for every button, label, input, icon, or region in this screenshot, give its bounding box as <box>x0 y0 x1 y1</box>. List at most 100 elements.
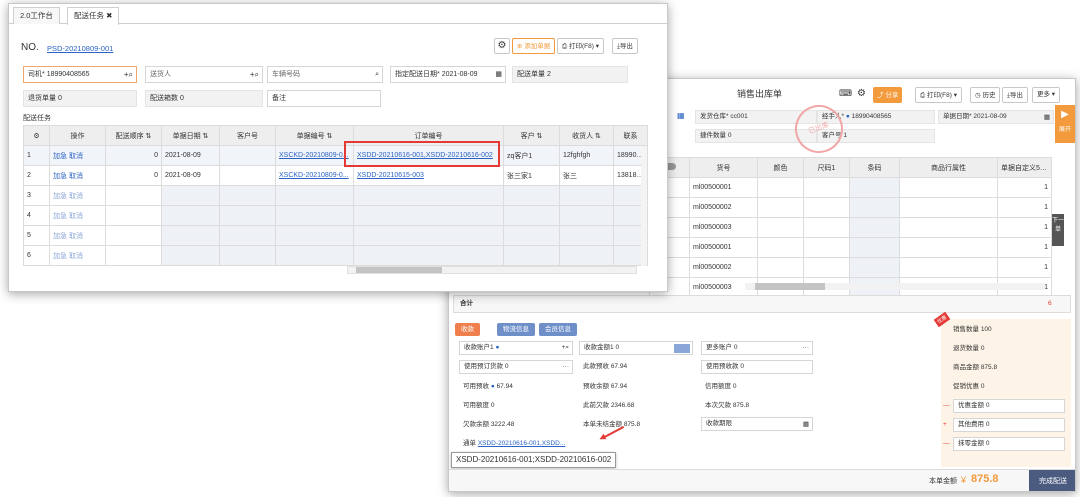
front-vertical-scrollbar[interactable] <box>641 146 647 266</box>
gear-icon[interactable]: ⚙ <box>857 88 866 99</box>
table-row[interactable]: ml00500002 1 <box>649 257 1052 278</box>
doc-no-label: NO. <box>21 42 39 53</box>
sort-icon[interactable]: ⇅ <box>327 133 333 140</box>
amount-switch[interactable] <box>674 344 690 353</box>
minus-icon[interactable]: — <box>943 437 950 451</box>
doc-no-value[interactable]: PSD-20210809-001 <box>47 42 113 56</box>
driver-field[interactable]: 司机* 18990408565 +⌕ <box>23 66 137 83</box>
header-date[interactable]: 单据日期 ⇅ <box>161 125 220 146</box>
box-count-label: 配送箱数 <box>150 95 178 102</box>
add-doc-button[interactable]: ⊕ 添加单据 <box>512 38 556 54</box>
gear-icon[interactable]: ⚙ <box>33 132 39 140</box>
header-custom: 单据自定义5(字段) <box>997 157 1052 178</box>
erase-field[interactable]: 抹零金额 0 <box>953 437 1065 451</box>
total-qty: 6 <box>1048 300 1052 307</box>
table-row[interactable]: ml00500001 1 <box>649 177 1052 198</box>
sku-cell: ml00500003 <box>689 217 758 238</box>
delivery-date-field[interactable]: 指定配送日期* 2021-08-09 ▦ <box>390 66 506 83</box>
tab-delivery-task[interactable]: 配送任务 ✖ <box>67 7 120 25</box>
sort-icon[interactable]: ⇅ <box>146 133 152 140</box>
back-horizontal-scrollbar[interactable] <box>745 283 1045 290</box>
row-ops[interactable]: 加急 取消 <box>49 185 106 206</box>
handler-value: 18990408565 <box>851 113 892 120</box>
export-button[interactable]: ⤓导出 <box>1002 87 1028 103</box>
scrollbar-thumb[interactable] <box>356 267 442 273</box>
doc-date-label: 单据日期* <box>943 113 972 120</box>
table-row[interactable]: ml00500001 1 <box>649 237 1052 258</box>
row-ops[interactable]: 加急 取消 <box>49 145 106 166</box>
add-icon[interactable]: +⌕ <box>124 67 133 82</box>
next-doc-tab[interactable]: 下一单 <box>1052 214 1064 246</box>
print-button[interactable]: ⎙ 打印(F8) ▾ <box>915 87 963 103</box>
header-order[interactable]: 配送顺序 ⇅ <box>105 125 162 146</box>
row-ops[interactable]: 加急 取消 <box>49 245 106 266</box>
close-icon[interactable]: ✖ <box>106 11 112 20</box>
more-button[interactable]: 更多 ▾ <box>1032 87 1061 103</box>
table-row[interactable]: 4 加急 取消 <box>23 205 648 226</box>
table-row[interactable]: 1 加急 取消 0 2021-08-09 XSCKD-20210809-0...… <box>23 145 648 166</box>
add-icon[interactable]: +⌕ <box>562 342 569 354</box>
row-order[interactable]: 0 <box>105 165 162 186</box>
keyboard-icon[interactable]: ⌨ <box>839 89 852 99</box>
deadline-field[interactable]: 收款期限 ▦ <box>701 417 813 431</box>
row-orders-link[interactable]: XSDD-20210615-003 <box>353 165 504 186</box>
header-settings[interactable]: ⚙ <box>23 125 50 146</box>
row-ops[interactable]: 加急 取消 <box>49 205 106 226</box>
expand-toggle[interactable]: ▶ 展开 <box>1055 105 1075 143</box>
sort-icon[interactable]: ⇅ <box>537 133 543 140</box>
order-link[interactable]: XSDD-20210616-001,XSDD... <box>478 440 565 447</box>
tab-member[interactable]: 会员信息 <box>539 323 577 336</box>
more-account-field[interactable]: 更多账户 0 ··· <box>701 341 813 355</box>
export-button[interactable]: ⤓导出 <box>612 38 638 54</box>
discount-field[interactable]: 优惠金额 0 <box>953 399 1065 413</box>
owe-total: 欠款余额 3222.48 <box>463 418 514 432</box>
other-fee-field[interactable]: 其他费用 0 <box>953 418 1065 432</box>
header-customer[interactable]: 客户 ⇅ <box>503 125 560 146</box>
table-row[interactable]: 5 加急 取消 <box>23 225 648 246</box>
header-date-label: 单据日期 <box>172 132 201 140</box>
unsettled-value: 875.8 <box>623 421 641 428</box>
gear-icon[interactable]: ⚙ <box>494 38 510 54</box>
calendar-icon[interactable]: ▦ <box>677 111 685 120</box>
row-order[interactable]: 0 <box>105 145 162 166</box>
deliverer-field[interactable]: 送货人 +⌕ <box>145 66 263 83</box>
complete-delivery-button[interactable]: 完成配送 <box>1029 470 1075 491</box>
delivery-task-window: 2.0工作台 配送任务 ✖ NO. PSD-20210809-001 ⚙ ⊕ 添… <box>8 3 668 292</box>
header-doc-no[interactable]: 单据编号 ⇅ <box>275 125 354 146</box>
row-ops[interactable]: 加急 取消 <box>49 225 106 246</box>
history-button[interactable]: ◷ 历史 <box>970 87 1001 103</box>
header-order-label: 配送顺序 <box>115 132 144 140</box>
amount-field[interactable]: 收款金额1 0 <box>579 341 693 355</box>
tab-logistics[interactable]: 物流信息 <box>497 323 535 336</box>
row-doc-link[interactable]: XSCKD-20210809-0... <box>275 165 354 186</box>
sort-icon[interactable]: ⇅ <box>595 133 601 140</box>
share-button[interactable]: ⤴ 分享 <box>873 87 903 103</box>
plus-icon[interactable]: + <box>943 418 947 432</box>
remark-field[interactable]: 备注 <box>267 90 381 107</box>
table-row[interactable]: 2 加急 取消 0 2021-08-09 XSCKD-20210809-0...… <box>23 165 648 186</box>
doc-date-field[interactable]: 单据日期* 2021-08-09 ▦ <box>938 110 1054 124</box>
row-doc-link[interactable]: XSCKD-20210809-0... <box>275 145 354 166</box>
header-sku: 货号 <box>689 157 758 178</box>
add-icon[interactable]: +⌕ <box>250 67 259 82</box>
header-doc-label: 单据编号 <box>296 132 325 140</box>
table-row[interactable]: 6 加急 取消 <box>23 245 648 266</box>
front-horizontal-scrollbar[interactable] <box>347 266 637 274</box>
row-ops[interactable]: 加急 取消 <box>49 165 106 186</box>
sort-icon[interactable]: ⇅ <box>203 133 209 140</box>
plate-field[interactable]: 车辆号码 ⌕ <box>267 66 383 83</box>
use-prepay-field[interactable]: 使用预收款 0 <box>701 360 813 374</box>
print-button[interactable]: ⎙ 打印(F8) ▾ <box>557 38 605 54</box>
account-field[interactable]: 收款账户1 ● +⌕ <box>459 341 573 355</box>
minus-icon[interactable]: — <box>943 399 950 413</box>
scrollbar-thumb[interactable] <box>755 283 825 290</box>
search-icon: ⌕ <box>254 70 259 79</box>
header-receiver[interactable]: 收货人 ⇅ <box>559 125 614 146</box>
tab-workbench[interactable]: 2.0工作台 <box>13 7 60 24</box>
table-row[interactable]: ml00500003 1 <box>649 217 1052 238</box>
table-row[interactable]: ml00500002 1 <box>649 197 1052 218</box>
table-row[interactable]: 3 加急 取消 <box>23 185 648 206</box>
delivery-count-label: 配送单量 <box>517 71 545 78</box>
prepay-order-field[interactable]: 使用预订货款 0 ··· <box>459 360 573 374</box>
tab-payment[interactable]: 收款 <box>455 323 480 336</box>
